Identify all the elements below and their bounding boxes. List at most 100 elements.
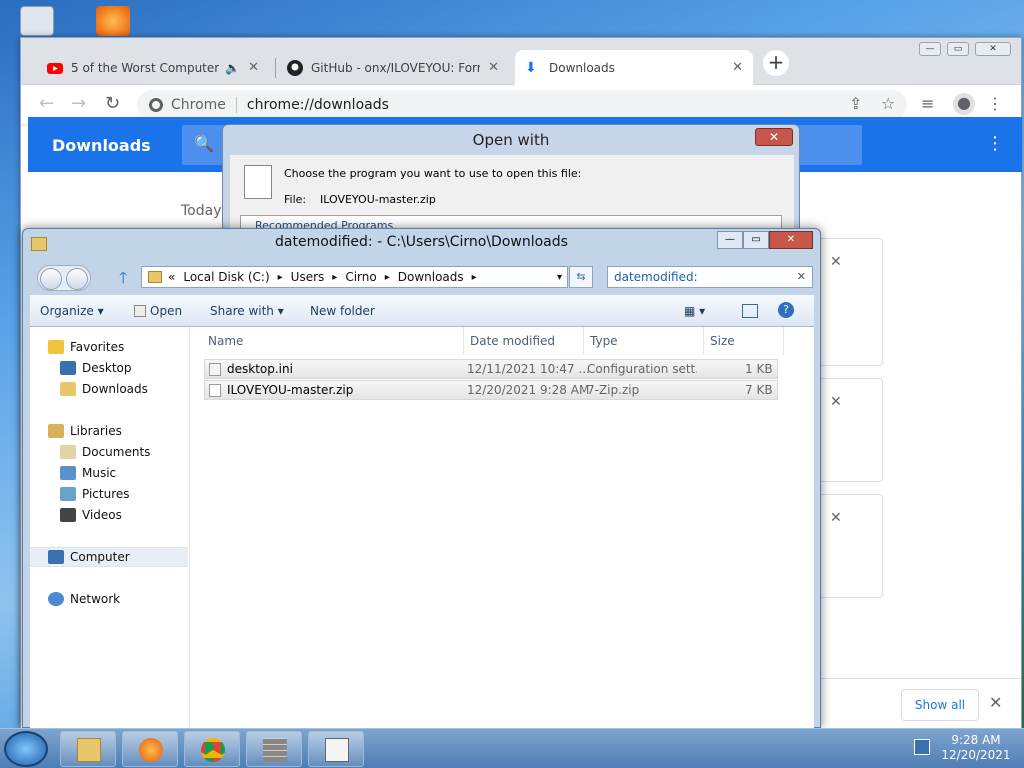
up-arrow-icon[interactable]: 🡑 [119,267,127,294]
nav-computer[interactable]: Computer [30,547,188,567]
back-button[interactable] [40,268,62,290]
nav-label: Pictures [82,487,130,501]
nav-documents[interactable]: Documents [60,442,150,462]
minimize-button[interactable]: — [717,231,743,249]
breadcrumb-item[interactable]: Local Disk (C:) [183,270,269,284]
tab-downloads[interactable]: ⬇ Downloads ✕ [515,50,753,85]
file-row[interactable]: ILOVEYOU-master.zip 12/20/2021 9:28 AM 7… [204,380,778,400]
open-button[interactable]: Open [134,304,182,318]
nav-desktop[interactable]: Desktop [60,358,132,378]
remove-download-icon[interactable]: ✕ [830,254,842,270]
menu-icon[interactable]: ⋮ [987,94,1003,113]
new-folder-button[interactable]: New folder [310,304,375,318]
file-icon [209,384,221,397]
chevron-right-icon[interactable]: ▸ [332,272,337,283]
explorer-window: datemodified: - C:\Users\Cirno\Downloads… [22,228,821,729]
taskbar-chrome[interactable] [184,731,240,767]
file-row[interactable]: desktop.ini 12/11/2021 10:47 ... Configu… [204,359,778,379]
close-button[interactable]: ✕ [975,42,1011,56]
downloads-folder-icon [60,382,76,396]
reload-icon[interactable]: ↻ [105,93,120,114]
media-icon[interactable]: ≡ [921,94,934,113]
taskbar-app[interactable] [246,731,302,767]
column-header-name[interactable]: Name [202,327,464,355]
search-input[interactable]: datemodified: ✕ [607,266,813,288]
chevron-right-icon[interactable]: ▸ [278,272,283,283]
remove-download-icon[interactable]: ✕ [830,510,842,526]
nav-label: Videos [82,508,122,522]
system-clock[interactable]: 9:28 AM 12/20/2021 [936,733,1016,763]
open-label: Open [150,304,183,318]
chevron-right-icon[interactable]: ▸ [472,272,477,283]
breadcrumb-overflow[interactable]: « [168,270,175,284]
tab-github[interactable]: GitHub - onx/ILOVEYOU: Formatt ✕ [277,50,509,85]
tab-close-icon[interactable]: ✕ [488,60,499,75]
divider [235,97,237,113]
new-tab-button[interactable]: + [763,50,789,76]
recycle-bin-icon[interactable] [20,6,54,36]
nav-videos[interactable]: Videos [60,505,122,525]
tab-youtube[interactable]: 5 of the Worst Computer Vi 🔈 ✕ [37,50,269,85]
github-icon [287,59,303,76]
back-icon[interactable]: ← [39,93,54,114]
start-button[interactable] [4,731,48,767]
firefox-desktop-icon[interactable] [96,6,130,36]
column-header-date[interactable]: Date modified [464,327,584,355]
minimize-button[interactable]: — [919,42,941,56]
refresh-button[interactable]: ⇆ [569,266,593,288]
preview-pane-icon[interactable] [742,304,758,318]
address-bar[interactable]: « Local Disk (C:) ▸ Users ▸ Cirno ▸ Down… [141,266,568,288]
breadcrumb-item[interactable]: Downloads [398,270,464,284]
taskbar-checklist[interactable] [308,731,364,767]
forward-icon[interactable]: → [71,93,86,114]
nav-network[interactable]: Network [48,589,120,609]
window-title: datemodified: - C:\Users\Cirno\Downloads [275,234,568,250]
audio-icon[interactable]: 🔈 [225,61,240,75]
organize-button[interactable]: Organize ▾ [40,304,104,318]
nav-label: Music [82,466,117,480]
breadcrumb-item[interactable]: Users [291,270,325,284]
dialog-close-button[interactable]: ✕ [755,128,793,146]
profile-icon[interactable]: ● [953,93,975,115]
explorer-content: Favorites Desktop Downloads Libraries Do… [30,327,814,729]
remove-download-icon[interactable]: ✕ [830,394,842,410]
forward-button[interactable] [66,268,88,290]
tab-close-icon[interactable]: ✕ [732,60,743,75]
clear-search-icon[interactable]: ✕ [797,270,806,283]
dialog-prompt: Choose the program you want to use to op… [284,167,582,180]
column-header-size[interactable]: Size [704,327,784,355]
taskbar-firefox[interactable] [122,731,178,767]
share-with-button[interactable]: Share with ▾ [210,304,284,318]
share-icon[interactable]: ⇪ [849,94,862,113]
taskbar-explorer[interactable] [60,731,116,767]
chevron-down-icon[interactable]: ▾ [557,272,562,283]
videos-icon [60,508,76,522]
nav-label: Desktop [82,361,132,375]
close-button[interactable]: ✕ [769,231,813,249]
chevron-right-icon[interactable]: ▸ [385,272,390,283]
more-menu-icon[interactable]: ⋮ [986,133,1004,154]
firefox-icon [139,738,163,762]
address-bar[interactable]: Chrome chrome://downloads [137,90,907,120]
nav-downloads[interactable]: Downloads [60,379,148,399]
tab-close-icon[interactable]: ✕ [248,60,259,75]
nav-pictures[interactable]: Pictures [60,484,130,504]
download-icon: ⬇ [525,59,537,76]
bookmark-star-icon[interactable]: ☆ [881,94,895,113]
maximize-button[interactable]: ▭ [743,231,769,249]
breadcrumb-item[interactable]: Cirno [345,270,376,284]
views-icon[interactable]: ▦ ▾ [684,304,705,318]
help-icon[interactable]: ? [778,302,794,318]
nav-label: Libraries [70,424,122,438]
close-shelf-icon[interactable]: ✕ [989,693,1002,712]
maximize-button[interactable]: ▭ [947,42,969,56]
nav-libraries[interactable]: Libraries [48,421,122,441]
column-header-type[interactable]: Type [584,327,704,355]
taskbar: 9:28 AM 12/20/2021 [0,728,1024,768]
network-tray-icon[interactable] [914,739,930,755]
show-all-button[interactable]: Show all [901,689,979,721]
file-name: ILOVEYOU-master.zip [320,193,436,206]
nav-favorites[interactable]: Favorites [48,337,124,357]
site-chip: Chrome [171,97,226,113]
nav-music[interactable]: Music [60,463,116,483]
